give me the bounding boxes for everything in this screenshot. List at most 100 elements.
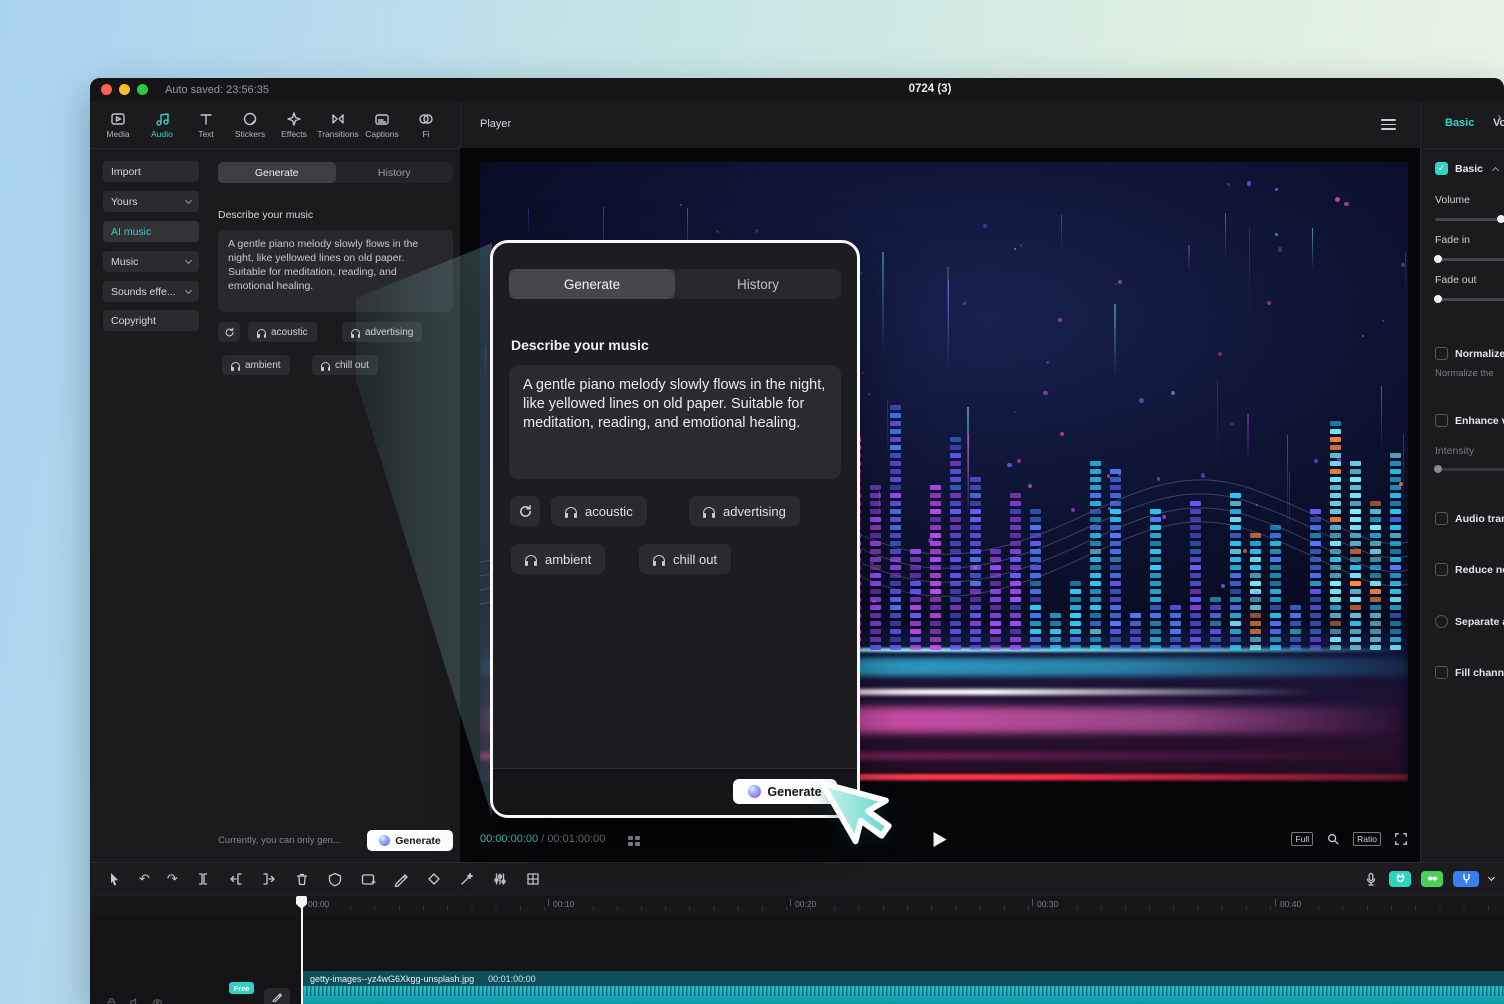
magic-wand-icon[interactable]	[459, 871, 475, 887]
full-view-button[interactable]: Full	[1291, 832, 1313, 846]
popup-tag-advertising[interactable]: advertising	[689, 496, 800, 526]
fill-channel-checkbox[interactable]	[1435, 666, 1448, 679]
delete-right-icon[interactable]	[261, 871, 277, 887]
volume-slider[interactable]	[1435, 218, 1504, 221]
popup-tab-history[interactable]: History	[675, 269, 841, 299]
tag-ambient[interactable]: ambient	[222, 355, 290, 375]
basic-checkbox[interactable]: ✓	[1435, 162, 1448, 175]
generate-button[interactable]: Generate	[367, 830, 453, 851]
reduce-noise-checkbox[interactable]	[1435, 563, 1448, 576]
headphones-icon	[321, 362, 330, 369]
ruler-label: 00:00	[308, 899, 329, 909]
connect-device-teal-button[interactable]	[1389, 871, 1411, 887]
close-window-button[interactable]	[101, 84, 112, 95]
tab-history[interactable]: History	[336, 162, 454, 183]
device-tools	[1363, 863, 1494, 894]
sidebar-item-ai-music[interactable]: AI music	[103, 221, 199, 242]
add-media-icon[interactable]	[360, 871, 376, 887]
pencil-icon	[272, 992, 282, 1002]
tab-audio[interactable]: Audio	[140, 111, 184, 139]
adjust-icon[interactable]	[492, 871, 508, 887]
maximize-window-button[interactable]	[137, 84, 148, 95]
enhance-voice-label: Enhance vo	[1455, 415, 1504, 427]
tab-stickers[interactable]: Stickers	[228, 111, 272, 139]
volume-knob[interactable]	[1497, 215, 1504, 223]
clip-body[interactable]	[302, 986, 1504, 1004]
fullscreen-icon[interactable]	[1394, 832, 1408, 846]
minimize-window-button[interactable]	[119, 84, 130, 95]
fade-in-slider[interactable]	[1435, 258, 1504, 261]
sidebar-item-music[interactable]: Music	[103, 251, 199, 272]
plug-icon	[1395, 873, 1406, 884]
tab-basic[interactable]: Basic	[1445, 117, 1474, 129]
popup-music-prompt-input[interactable]: A gentle piano melody slowly flows in th…	[509, 365, 841, 479]
split-icon[interactable]	[195, 871, 211, 887]
refresh-tags-button[interactable]	[218, 322, 240, 342]
headphones-icon	[231, 362, 240, 369]
edit-clip-button[interactable]	[264, 988, 290, 1004]
popup-tag-acoustic[interactable]: acoustic	[551, 496, 647, 526]
sidebar-item-copyright[interactable]: Copyright	[103, 310, 199, 331]
player-title: Player	[480, 118, 511, 130]
delete-icon[interactable]	[294, 871, 310, 887]
ruler-label: 00:40	[1280, 899, 1301, 909]
layout-toggle-icon[interactable]	[628, 836, 640, 846]
microphone-icon[interactable]	[1363, 871, 1379, 887]
popup-tab-generate[interactable]: Generate	[509, 269, 675, 299]
tag-chill-out[interactable]: chill out	[312, 355, 378, 375]
popup-tag-chill-out[interactable]: chill out	[639, 544, 731, 574]
mask-icon[interactable]	[327, 871, 343, 887]
redo-icon[interactable]: ↷	[167, 871, 178, 887]
draw-icon[interactable]	[393, 871, 409, 887]
tab-filters[interactable]: Fi	[404, 111, 448, 139]
popup-refresh-tags-button[interactable]	[510, 496, 540, 526]
headphones-icon	[653, 555, 665, 564]
hide-icon[interactable]	[152, 997, 163, 1004]
undo-icon[interactable]: ↶	[139, 871, 150, 887]
sidebar-item-import[interactable]: Import	[103, 161, 199, 182]
intensity-knob[interactable]	[1434, 465, 1442, 473]
connect-device-green-button[interactable]	[1421, 871, 1443, 887]
chevron-down-icon	[185, 287, 192, 294]
tab-captions[interactable]: Captions	[360, 111, 404, 139]
fade-out-knob[interactable]	[1434, 295, 1442, 303]
tag-advertising[interactable]: advertising	[342, 322, 422, 342]
tab-text[interactable]: Text	[184, 111, 228, 139]
chevron-down-icon[interactable]	[1488, 874, 1495, 881]
player-menu-icon[interactable]	[1381, 119, 1396, 133]
tab-effects[interactable]: Effects	[272, 111, 316, 139]
connect-device-blue-button[interactable]	[1453, 871, 1479, 887]
playhead-line[interactable]	[301, 896, 303, 1004]
select-tool-icon[interactable]	[106, 871, 122, 887]
normalize-checkbox[interactable]	[1435, 347, 1448, 360]
zoom-fit-icon[interactable]	[1326, 832, 1340, 846]
delete-left-icon[interactable]	[228, 871, 244, 887]
mute-icon[interactable]	[129, 997, 140, 1004]
volume-label: Volume	[1435, 194, 1470, 206]
tab-generate[interactable]: Generate	[218, 162, 336, 183]
sidebar-item-yours[interactable]: Yours	[103, 191, 199, 212]
music-prompt-input[interactable]: A gentle piano melody slowly flows in th…	[218, 230, 453, 312]
tab-media[interactable]: Media	[96, 111, 140, 139]
tag-acoustic[interactable]: acoustic	[248, 322, 317, 342]
keyframe-icon[interactable]	[426, 871, 442, 887]
grid-icon[interactable]	[525, 871, 541, 887]
play-button[interactable]	[934, 832, 947, 852]
stickers-icon	[242, 111, 258, 127]
enhance-voice-checkbox[interactable]	[1435, 414, 1448, 427]
fade-out-slider[interactable]	[1435, 298, 1504, 301]
tab-voice[interactable]: Voic	[1493, 117, 1504, 129]
generate-popup: Generate History Describe your music A g…	[490, 240, 860, 818]
tab-transitions[interactable]: Transitions	[316, 111, 360, 139]
audio-transcription-checkbox[interactable]	[1435, 512, 1448, 525]
ratio-button[interactable]: Ratio	[1353, 832, 1381, 846]
collapse-section-icon[interactable]	[1492, 167, 1499, 174]
sidebar-item-sound-effects[interactable]: Sounds effe...	[103, 281, 199, 302]
intensity-slider[interactable]	[1435, 468, 1504, 471]
fade-in-knob[interactable]	[1434, 255, 1442, 263]
ruler-label: 00:10	[553, 899, 574, 909]
clip-title-strip[interactable]: getty-images--yz4wG6Xkgg-unsplash.jpg 00…	[302, 971, 1504, 986]
popup-tag-ambient[interactable]: ambient	[511, 544, 605, 574]
separate-audio-checkbox[interactable]	[1435, 615, 1448, 628]
lock-icon[interactable]	[106, 997, 117, 1004]
